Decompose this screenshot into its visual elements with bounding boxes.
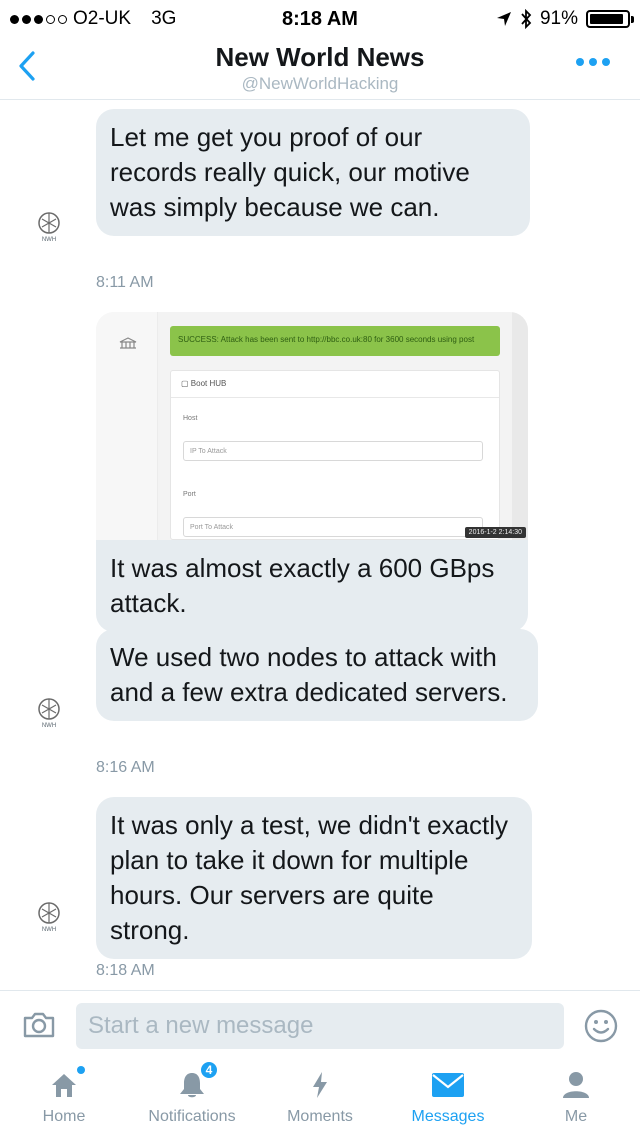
image-attachment[interactable]: SUCCESS: Attack has been sent to http://… — [96, 312, 528, 540]
bluetooth-icon — [521, 9, 532, 29]
attachment-panel: ▢ Boot HUB Host IP To Attack Port Port T… — [170, 370, 500, 540]
person-icon — [559, 1068, 593, 1102]
attachment-host-label: Host — [183, 415, 198, 422]
tab-me[interactable]: Me — [512, 1068, 640, 1134]
conversation-handle: @NewWorldHacking — [241, 74, 399, 93]
attachment-panel-title-text: Boot HUB — [190, 379, 227, 388]
nwh-logo-icon — [38, 698, 60, 720]
message-timestamp: 8:11 AM — [96, 274, 154, 291]
attachment-panel-title: ▢ Boot HUB — [181, 379, 227, 388]
avatar[interactable]: NWH — [34, 697, 64, 737]
more-options-button[interactable] — [576, 58, 610, 66]
notification-count-badge: 4 — [199, 1060, 219, 1080]
emoji-button[interactable] — [584, 1009, 618, 1043]
tab-label: Notifications — [148, 1108, 236, 1125]
message-timestamp: 8:18 AM — [96, 962, 155, 979]
battery-percent: 91% — [539, 8, 578, 29]
avatar[interactable]: NWH — [34, 901, 64, 941]
avatar[interactable]: NWH — [34, 211, 64, 251]
camera-button[interactable] — [22, 1011, 56, 1039]
battery-level — [590, 14, 623, 24]
lightning-icon — [303, 1068, 337, 1102]
attachment-divider — [171, 397, 499, 398]
message-bubble[interactable]: It was almost exactly a 600 GBps attack. — [96, 540, 528, 632]
status-bar: O2-UK 3G 8:18 AM 91% — [0, 0, 640, 36]
tab-label: Moments — [287, 1108, 353, 1125]
attachment-host-field: IP To Attack — [183, 441, 483, 461]
tab-messages[interactable]: Messages — [384, 1068, 512, 1134]
more-dots-icon — [576, 58, 584, 66]
camera-icon — [23, 1012, 55, 1038]
message-composer — [0, 990, 640, 1062]
message-timestamp: 8:16 AM — [96, 759, 155, 776]
tab-label: Me — [564, 1108, 588, 1125]
smiley-icon — [584, 1009, 618, 1043]
tab-bar: Home 4 Notifications Moments Messages Me — [0, 1060, 640, 1136]
avatar-label: NWH — [41, 723, 57, 729]
tab-moments[interactable]: Moments — [256, 1068, 384, 1134]
tab-label: Messages — [411, 1108, 485, 1125]
attachment-port-field: Port To Attack — [183, 517, 483, 537]
nwh-logo-icon — [38, 212, 60, 234]
attachment-scroll-edge — [512, 312, 528, 540]
tab-label: Home — [42, 1108, 86, 1125]
tab-home[interactable]: Home — [0, 1066, 128, 1134]
bell-icon: 4 — [175, 1060, 219, 1102]
conversation-title: New World News — [215, 42, 425, 72]
attachment-port-label: Port — [183, 491, 196, 498]
new-tweets-dot — [77, 1066, 85, 1074]
message-thread: Let me get you proof of our records real… — [0, 101, 640, 989]
status-right: 91% — [496, 8, 634, 30]
message-bubble[interactable]: It was only a test, we didn't exactly pl… — [96, 797, 532, 959]
tab-notifications[interactable]: 4 Notifications — [128, 1060, 256, 1134]
avatar-label: NWH — [41, 927, 57, 933]
avatar-label: NWH — [41, 237, 57, 243]
battery-icon — [586, 10, 634, 28]
envelope-icon — [431, 1068, 465, 1102]
home-icon — [47, 1066, 85, 1102]
conversation-header: New World News @NewWorldHacking — [0, 36, 640, 100]
location-arrow-icon — [496, 12, 511, 26]
building-icon — [119, 337, 137, 349]
message-bubble[interactable]: Let me get you proof of our records real… — [96, 109, 530, 236]
message-input[interactable] — [76, 1003, 564, 1049]
attachment-timestamp: 2016-1-2 2:14:30 — [464, 527, 526, 538]
attachment-sidebar — [96, 312, 158, 540]
nwh-logo-icon — [38, 902, 60, 924]
attachment-success-banner: SUCCESS: Attack has been sent to http://… — [170, 326, 500, 356]
message-bubble[interactable]: We used two nodes to attack with and a f… — [96, 629, 538, 721]
